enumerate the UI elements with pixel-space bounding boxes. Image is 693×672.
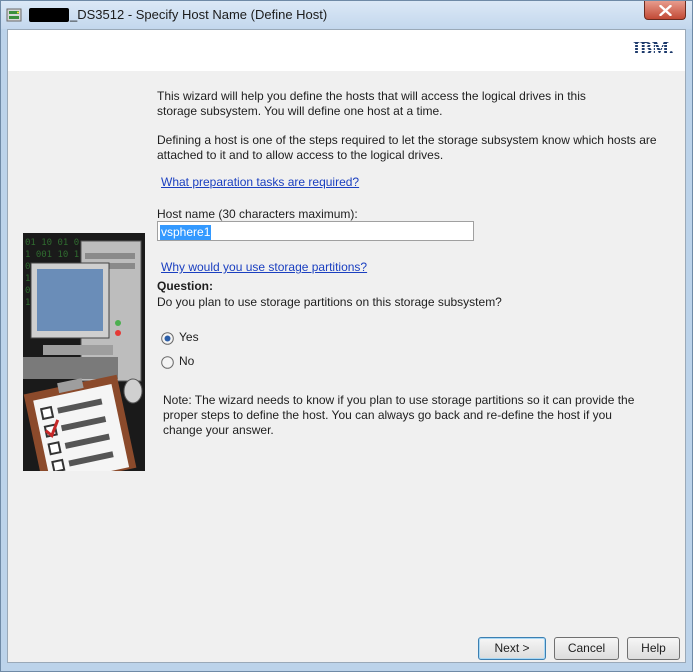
close-icon: [659, 5, 672, 16]
intro-paragraph-2: Defining a host is one of the steps requ…: [157, 133, 657, 162]
app-icon: [6, 8, 22, 22]
wizard-content: IBM. 01 10 01 0 1 001 10 1 0 1 00 1 10 1…: [7, 29, 686, 663]
preparation-tasks-link[interactable]: What preparation tasks are required?: [161, 175, 359, 189]
storage-partitions-link[interactable]: Why would you use storage partitions?: [161, 260, 367, 274]
host-name-value: vsphere1: [160, 225, 212, 240]
intro-paragraph-1: This wizard will help you define the hos…: [157, 89, 586, 118]
define-host-window: _DS3512 - Specify Host Name (Define Host…: [0, 0, 693, 672]
radio-yes-label[interactable]: Yes: [179, 330, 199, 344]
title-bar: _DS3512 - Specify Host Name (Define Host…: [1, 1, 692, 29]
host-name-label: Host name (30 characters maximum):: [157, 207, 358, 221]
question-text: Do you plan to use storage partitions on…: [157, 295, 502, 309]
computer-checklist-illustration: 01 10 01 0 1 001 10 1 0 1 00 1 10 11 0 0…: [23, 233, 145, 471]
host-name-input[interactable]: vsphere1: [157, 221, 474, 241]
close-button[interactable]: [644, 1, 686, 20]
svg-text:IBM.: IBM.: [633, 39, 674, 57]
redacted-title-block: [29, 8, 69, 22]
radio-no[interactable]: [161, 356, 174, 369]
header-strip: IBM.: [8, 30, 685, 71]
ibm-logo: IBM.: [633, 39, 674, 57]
svg-text:01 10 01 0: 01 10 01 0: [25, 238, 79, 248]
help-button[interactable]: Help: [627, 637, 680, 660]
svg-text:1 001 10 1: 1 001 10 1: [25, 250, 79, 260]
radio-selected-icon: [164, 335, 171, 342]
window-title: _DS3512 - Specify Host Name (Define Host…: [70, 7, 328, 22]
radio-yes[interactable]: [161, 332, 174, 345]
radio-no-label[interactable]: No: [179, 354, 194, 368]
radio-unselected-icon: [161, 356, 174, 369]
next-button[interactable]: Next >: [478, 637, 546, 660]
cancel-button[interactable]: Cancel: [554, 637, 619, 660]
question-heading: Question:: [157, 279, 213, 293]
note-text: Note: The wizard needs to know if you pl…: [163, 393, 635, 437]
